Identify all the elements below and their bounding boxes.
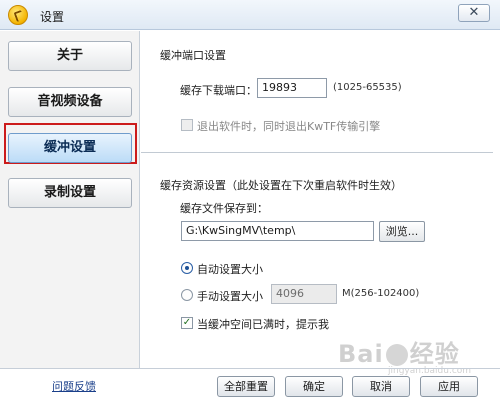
close-button[interactable]: ✕	[458, 4, 490, 22]
auto-size-radio[interactable]	[181, 262, 193, 274]
settings-sidebar: 关于 音视频设备 缓冲设置 录制设置	[0, 31, 140, 368]
ok-button[interactable]: 确定	[285, 376, 343, 397]
cancel-button[interactable]: 取消	[352, 376, 410, 397]
resource-section-title: 缓存资源设置（此处设置在下次重启软件时生效）	[160, 179, 402, 192]
port-section-title: 缓冲端口设置	[160, 49, 226, 62]
section-divider	[141, 152, 493, 153]
baidu-watermark: Bai 经验 jingyan.baidu.com	[338, 334, 488, 378]
apply-button[interactable]: 应用	[420, 376, 478, 397]
sidebar-item-buffer-settings[interactable]: 缓冲设置	[8, 133, 132, 163]
notify-full-label: 当缓冲空间已满时，提示我	[197, 318, 329, 331]
sidebar-item-record-settings[interactable]: 录制设置	[8, 178, 132, 208]
sidebar-item-audio-video-device[interactable]: 音视频设备	[8, 87, 132, 117]
paw-icon	[385, 344, 408, 366]
title-bar: 设置 ✕	[0, 0, 500, 30]
manual-size-radio[interactable]	[181, 289, 193, 301]
port-range-hint: (1025-65535)	[333, 82, 402, 93]
manual-size-label: 手动设置大小	[197, 290, 263, 303]
manual-size-hint: M(256-102400)	[342, 288, 420, 299]
feedback-link[interactable]: 问题反馈	[52, 378, 96, 394]
manual-size-input[interactable]: 4096	[271, 284, 337, 304]
sidebar-item-about[interactable]: 关于	[8, 41, 132, 71]
notify-full-checkbox[interactable]: ✓	[181, 317, 193, 329]
app-logo-icon	[8, 5, 28, 25]
watermark-text-a: Bai	[338, 340, 384, 368]
browse-button[interactable]: 浏览...	[379, 221, 425, 242]
reset-all-button[interactable]: 全部重置	[217, 376, 275, 397]
watermark-text-b: 经验	[409, 340, 460, 368]
exit-engine-checkbox[interactable]	[181, 119, 193, 131]
exit-engine-label: 退出软件时，同时退出KwTF传输引擎	[197, 120, 381, 133]
footer-separator	[0, 368, 500, 369]
port-input[interactable]: 19893	[257, 78, 327, 98]
save-path-input[interactable]: G:\KwSingMV\temp\	[181, 221, 374, 241]
port-label: 缓存下载端口：	[180, 84, 257, 97]
save-to-label: 缓存文件保存到：	[180, 202, 268, 215]
window-title: 设置	[40, 10, 65, 24]
auto-size-label: 自动设置大小	[197, 263, 263, 276]
